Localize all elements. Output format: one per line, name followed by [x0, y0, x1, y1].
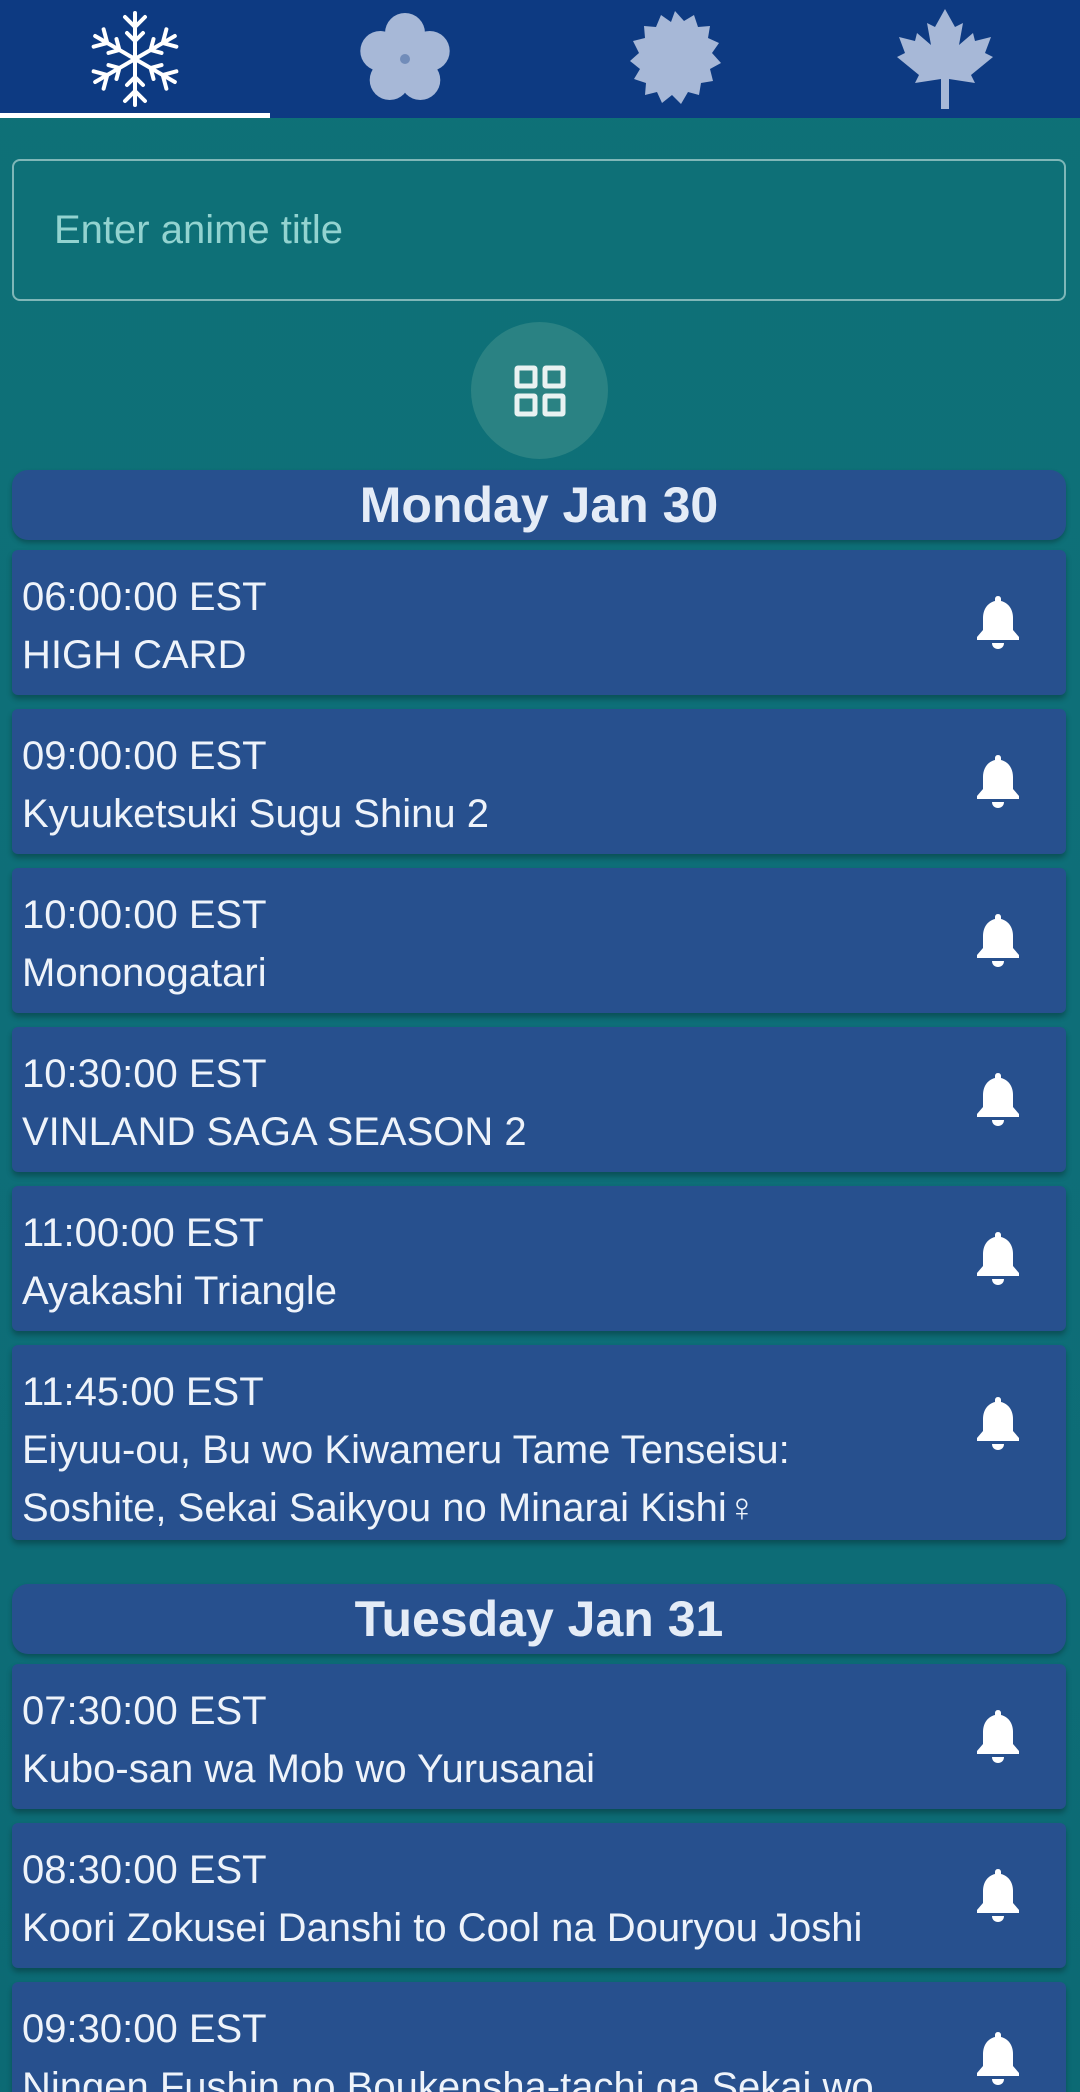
air-time: 10:30:00 EST [22, 1052, 267, 1096]
flower-icon [360, 13, 450, 100]
bell-icon[interactable] [974, 1867, 1022, 1923]
anime-title: Eiyuu-ou, Bu wo Kiwameru Tame Tenseisu: … [22, 1428, 790, 1530]
bell-icon[interactable] [974, 1708, 1022, 1764]
maple-leaf-icon [897, 9, 993, 109]
schedule-card[interactable]: 10:30:00 EST VINLAND SAGA SEASON 2 [12, 1027, 1066, 1172]
anime-title: Kubo-san wa Mob wo Yurusanai [22, 1747, 595, 1791]
schedule-card[interactable]: 11:45:00 EST Eiyuu-ou, Bu wo Kiwameru Ta… [12, 1345, 1066, 1540]
grid-view-icon [514, 365, 565, 416]
day-header: Monday Jan 30 [12, 470, 1066, 540]
season-tab-bar [0, 0, 1080, 118]
schedule-card[interactable]: 11:00:00 EST Ayakashi Triangle [12, 1186, 1066, 1331]
air-time: 06:00:00 EST [22, 575, 267, 619]
schedule-card[interactable]: 07:30:00 EST Kubo-san wa Mob wo Yurusana… [12, 1664, 1066, 1809]
search-field [12, 159, 1066, 301]
air-time: 11:45:00 EST [22, 1370, 264, 1414]
bell-icon[interactable] [974, 1395, 1022, 1451]
search-input[interactable] [14, 161, 1064, 299]
air-time: 09:00:00 EST [22, 734, 267, 778]
air-time: 10:00:00 EST [22, 893, 267, 937]
bell-icon[interactable] [974, 594, 1022, 650]
air-time: 09:30:00 EST [22, 2007, 267, 2051]
bell-icon[interactable] [974, 912, 1022, 968]
schedule-card[interactable]: 09:00:00 EST Kyuuketsuki Sugu Shinu 2 [12, 709, 1066, 854]
sun-icon [630, 11, 721, 104]
bell-icon[interactable] [974, 1230, 1022, 1286]
view-toggle-button[interactable] [471, 322, 608, 459]
bell-icon[interactable] [974, 1071, 1022, 1127]
air-time: 11:00:00 EST [22, 1211, 264, 1255]
schedule-card[interactable]: 06:00:00 EST HIGH CARD [12, 550, 1066, 695]
anime-title: Koori Zokusei Danshi to Cool na Douryou … [22, 1906, 863, 1950]
tab-fall[interactable] [810, 0, 1080, 118]
anime-title: Mononogatari [22, 951, 267, 995]
day-header: Tuesday Jan 31 [12, 1584, 1066, 1654]
air-time: 07:30:00 EST [22, 1689, 267, 1733]
anime-title: Ayakashi Triangle [22, 1269, 337, 1313]
tab-summer[interactable] [540, 0, 810, 118]
bell-icon[interactable] [974, 2030, 1022, 2086]
bell-icon[interactable] [974, 753, 1022, 809]
schedule-card[interactable]: 08:30:00 EST Koori Zokusei Danshi to Coo… [12, 1823, 1066, 1968]
schedule-card[interactable]: 10:00:00 EST Mononogatari [12, 868, 1066, 1013]
air-time: 08:30:00 EST [22, 1848, 267, 1892]
snowflake-icon [88, 11, 182, 107]
tab-winter[interactable] [0, 0, 270, 118]
anime-title: Kyuuketsuki Sugu Shinu 2 [22, 792, 489, 836]
schedule-card[interactable]: 09:30:00 EST Ningen Fushin no Boukensha-… [12, 1982, 1066, 2092]
anime-title: HIGH CARD [22, 633, 247, 677]
anime-title: Ningen Fushin no Boukensha-tachi ga Seka… [22, 2065, 874, 2092]
tab-spring[interactable] [270, 0, 540, 118]
anime-title: VINLAND SAGA SEASON 2 [22, 1110, 527, 1154]
